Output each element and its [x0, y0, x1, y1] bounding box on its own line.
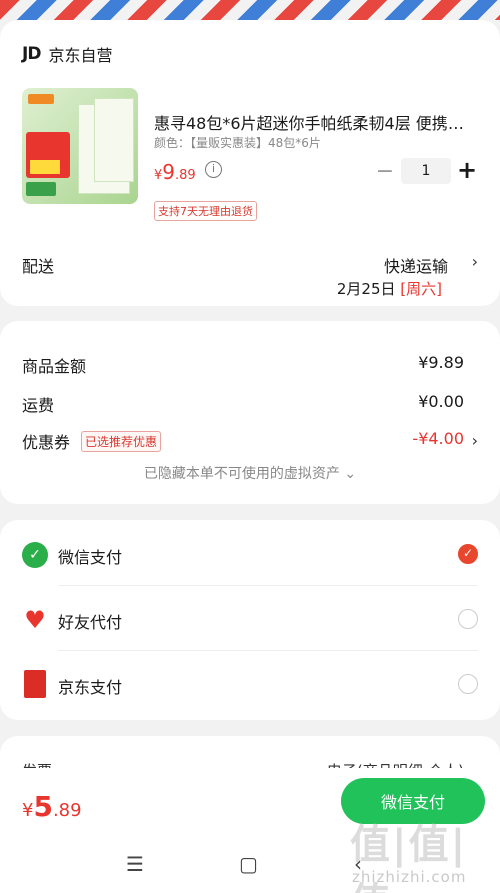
payment-option-jd[interactable]: 京东支付 — [0, 652, 500, 716]
home-icon[interactable]: ▢ — [239, 852, 258, 876]
thumb-badge — [26, 182, 56, 196]
delivery-date: 2月25日 [周六] — [337, 278, 442, 299]
total-decimal: .89 — [52, 800, 82, 821]
payment-option-wechat[interactable]: ✓ 微信支付 ✓ — [0, 522, 500, 586]
return-policy-badge: 支持7天无理由退货 — [154, 201, 257, 221]
quantity-minus-button[interactable]: − — [375, 159, 395, 184]
total-price: ¥5.89 — [22, 790, 82, 823]
goods-amount-value: ¥9.89 — [418, 353, 464, 372]
payment-option-label: 好友代付 — [58, 613, 123, 632]
radio-selected[interactable]: ✓ — [458, 544, 478, 564]
product-price: ¥9.89 — [154, 160, 196, 184]
shop-header[interactable]: JD 京东自营 — [22, 42, 112, 66]
menu-icon[interactable]: ☰ — [126, 852, 144, 876]
coupon-badge[interactable]: 已选推荐优惠 — [81, 431, 162, 452]
delivery-label: 配送 — [22, 257, 55, 276]
price-integer: 9 — [162, 160, 176, 184]
divider — [58, 585, 478, 586]
payment-option-label: 微信支付 — [58, 548, 123, 567]
payment-card: ✓ 微信支付 ✓ ♥ 好友代付 京东支付 — [0, 520, 500, 720]
total-symbol: ¥ — [22, 800, 34, 821]
checkout-bar: ¥5.89 微信支付 值|值|值 zhizhizhi.com ☰ ▢ ‹ — [0, 768, 500, 893]
delivery-date-text: 2月25日 — [336, 280, 396, 298]
quantity-plus-button[interactable]: + — [457, 156, 477, 184]
chevron-right-icon[interactable]: › — [472, 431, 478, 450]
thumb-promo-price — [30, 160, 60, 174]
product-thumbnail[interactable] — [22, 88, 138, 204]
product-title[interactable]: 惠寻48包*6片超迷你手帕纸柔韧4层 便携小包纸巾 — [154, 110, 478, 134]
delivery-weekday: [周六] — [400, 280, 442, 298]
info-icon[interactable]: i — [205, 161, 222, 178]
chevron-right-icon[interactable]: › — [472, 252, 478, 271]
wechat-icon: ✓ — [22, 542, 48, 568]
goods-amount-label: 商品金额 — [22, 357, 87, 376]
divider — [58, 650, 478, 651]
airmail-border — [0, 0, 500, 20]
jd-logo-icon: JD — [22, 44, 41, 64]
price-summary-card: 商品金额 ¥9.89 运费 ¥0.00 优惠券 已选推荐优惠 -¥4.00 › … — [0, 321, 500, 504]
hidden-assets-toggle[interactable]: 已隐藏本单不可使用的虚拟资产 ⌄ — [0, 463, 500, 483]
shop-name: 京东自营 — [48, 46, 113, 65]
price-decimal: .89 — [175, 168, 196, 183]
coupon-label: 优惠券 — [22, 433, 71, 452]
radio-unselected[interactable] — [458, 609, 478, 629]
payment-option-label: 京东支付 — [58, 678, 123, 697]
total-integer: 5 — [33, 790, 53, 823]
order-card: JD 京东自营 惠寻48包*6片超迷你手帕纸柔韧4层 便携小包纸巾 颜色：【量贩… — [0, 20, 500, 306]
watermark-url: zhizhizhi.com — [352, 868, 467, 886]
product-spec[interactable]: 颜色：【量贩实惠装】48包*6片 — [154, 134, 321, 151]
heart-icon: ♥ — [24, 606, 46, 634]
coupon-value[interactable]: -¥4.00 — [412, 429, 464, 448]
thumb-tag — [28, 94, 54, 104]
radio-unselected[interactable] — [458, 674, 478, 694]
jd-pay-icon — [24, 670, 46, 698]
shipping-value: ¥0.00 — [418, 392, 464, 411]
shipping-label: 运费 — [22, 396, 55, 415]
delivery-method[interactable]: 快递运输 — [384, 253, 448, 277]
thumb-pack — [94, 98, 134, 182]
back-icon[interactable]: ‹ — [354, 852, 362, 876]
quantity-value[interactable]: 1 — [401, 158, 451, 184]
payment-option-friend[interactable]: ♥ 好友代付 — [0, 587, 500, 651]
